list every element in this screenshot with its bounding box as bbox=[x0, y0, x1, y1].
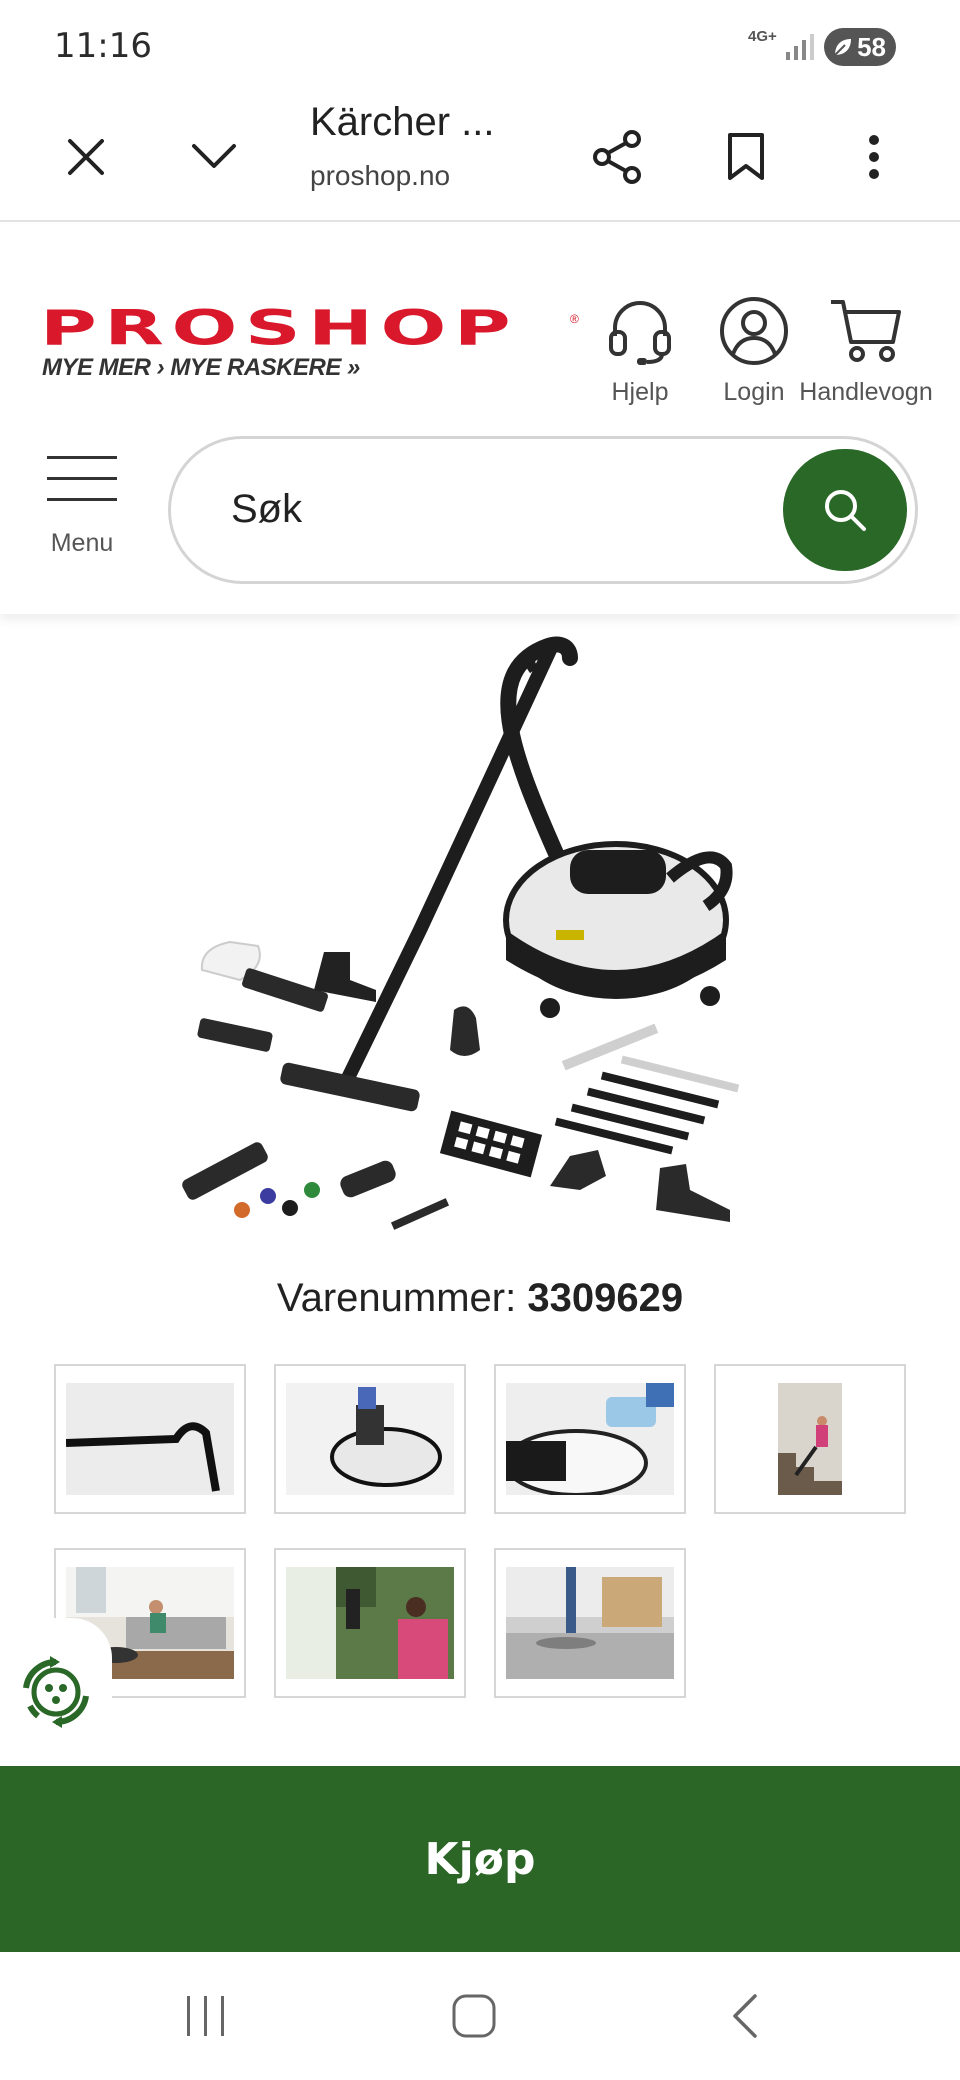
bookmark-icon bbox=[728, 133, 764, 180]
thumbnail-floor-cleaning[interactable] bbox=[494, 1548, 686, 1698]
sku-label: Varenummer: bbox=[276, 1276, 517, 1320]
back-icon bbox=[733, 1994, 757, 2038]
home-button[interactable] bbox=[434, 1986, 514, 2046]
close-icon bbox=[68, 139, 104, 175]
buy-label: Kjøp bbox=[424, 1833, 536, 1885]
menu-label: Menu bbox=[50, 529, 114, 557]
battery-level: 58 bbox=[857, 31, 886, 62]
search-icon bbox=[825, 490, 866, 531]
login-button[interactable]: Login bbox=[710, 296, 798, 407]
share-icon bbox=[593, 130, 641, 184]
sku-line: Varenummer: 3309629 bbox=[0, 1276, 960, 1321]
thumbnail-stairs-cleaning[interactable] bbox=[714, 1364, 906, 1514]
logo-tagline: MYE MER › MYE RASKERE » bbox=[42, 354, 360, 381]
thumbnail-image bbox=[506, 1383, 674, 1495]
bookmark-button[interactable] bbox=[706, 117, 786, 197]
thumbnail-refill-unit[interactable] bbox=[274, 1364, 466, 1514]
sustainability-button[interactable] bbox=[0, 1618, 112, 1766]
thumbnail-pouring-water[interactable] bbox=[494, 1364, 686, 1514]
signal-icon bbox=[786, 34, 814, 60]
user-icon bbox=[720, 297, 788, 365]
recycle-icon bbox=[23, 1656, 89, 1728]
thumbnail-image bbox=[286, 1383, 454, 1495]
login-label: Login bbox=[723, 378, 785, 406]
help-label: Hjelp bbox=[611, 378, 669, 406]
status-time: 11:16 bbox=[54, 26, 152, 66]
share-button[interactable] bbox=[578, 117, 658, 197]
power-saving-icon bbox=[834, 39, 851, 56]
system-nav-bar bbox=[0, 1952, 960, 2080]
back-button[interactable] bbox=[704, 1986, 784, 2046]
thumbnail-image bbox=[726, 1383, 894, 1495]
page-title: Kärcher ... bbox=[310, 100, 495, 144]
thumbnail-image bbox=[506, 1567, 674, 1679]
close-tab-button[interactable] bbox=[46, 117, 126, 197]
buy-button[interactable]: Kjøp bbox=[0, 1766, 960, 1952]
thumbnail-image bbox=[286, 1567, 454, 1679]
recent-apps-button[interactable] bbox=[166, 1986, 246, 2046]
cart-icon bbox=[831, 300, 901, 362]
product-main-image[interactable] bbox=[150, 630, 810, 1240]
menu-button[interactable]: Menu bbox=[36, 452, 128, 558]
browser-toolbar: Kärcher ... proshop.no bbox=[0, 92, 960, 222]
network-type: 4G+ bbox=[748, 28, 777, 45]
chevron-down-icon bbox=[192, 144, 236, 168]
search-input[interactable]: Søk bbox=[231, 487, 302, 532]
proshop-logo[interactable]: PROSHOP ® MYE MER › MYE RASKERE » bbox=[40, 304, 585, 414]
logo-registered-mark: ® bbox=[570, 312, 579, 326]
status-bar: 11:16 4G+ 58 bbox=[0, 0, 960, 92]
thumbnail-image bbox=[66, 1383, 234, 1495]
search-button[interactable] bbox=[783, 449, 907, 571]
search-field[interactable]: Søk bbox=[168, 436, 918, 584]
thumbnail-window-cleaning[interactable] bbox=[274, 1548, 466, 1698]
more-vertical-icon bbox=[869, 135, 879, 179]
site-header: PROSHOP ® MYE MER › MYE RASKERE » Hjelp … bbox=[0, 224, 960, 614]
recent-apps-icon bbox=[187, 1996, 224, 2036]
more-options-button[interactable] bbox=[834, 117, 914, 197]
minimize-button[interactable] bbox=[174, 117, 254, 197]
thumbnail-hose-handle[interactable] bbox=[54, 1364, 246, 1514]
cart-button[interactable]: Handlevogn bbox=[792, 296, 940, 407]
sku-value: 3309629 bbox=[527, 1276, 684, 1320]
cart-label: Handlevogn bbox=[799, 378, 933, 406]
page-url[interactable]: proshop.no bbox=[310, 160, 450, 192]
headset-icon bbox=[609, 301, 671, 365]
help-button[interactable]: Hjelp bbox=[596, 296, 684, 407]
home-icon bbox=[452, 1994, 496, 2038]
hamburger-icon bbox=[47, 456, 117, 501]
battery-indicator: 58 bbox=[824, 28, 896, 66]
